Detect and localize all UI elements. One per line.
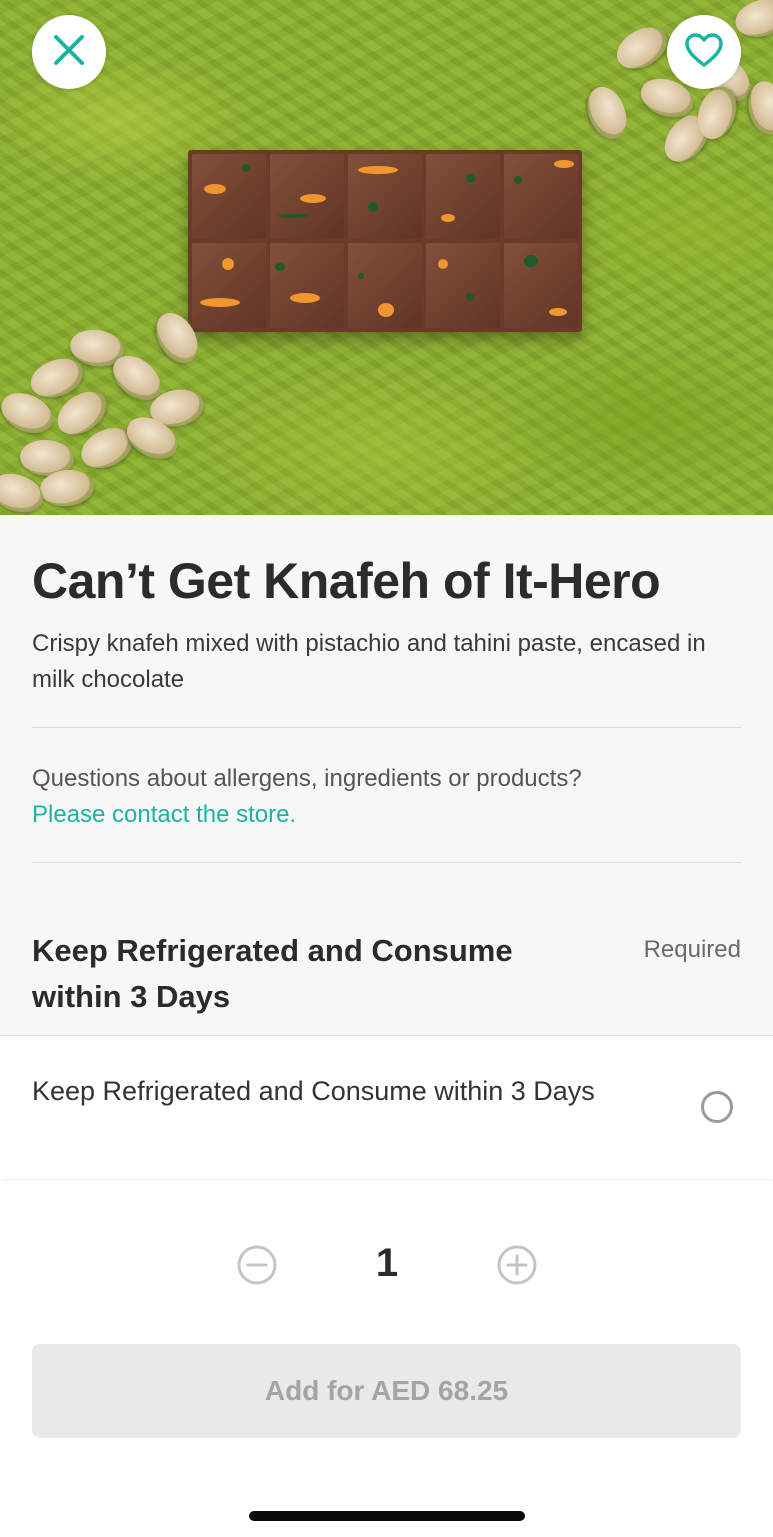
- close-button[interactable]: [32, 15, 106, 89]
- bottom-action-bar: 1 Add for AED 68.25: [0, 1181, 773, 1537]
- increment-button[interactable]: [497, 1245, 537, 1285]
- product-description: Crispy knafeh mixed with pistachio and t…: [32, 630, 706, 693]
- close-icon: [52, 33, 86, 72]
- heart-icon: [684, 32, 724, 73]
- product-image: [0, 0, 773, 515]
- favorite-button[interactable]: [667, 15, 741, 89]
- contact-store-link[interactable]: Please contact the store.: [32, 797, 582, 833]
- option-row[interactable]: Keep Refrigerated and Consume within 3 D…: [0, 1035, 773, 1182]
- plus-circle-icon: [497, 1245, 537, 1289]
- help-section: Questions about allergens, ingredients o…: [32, 761, 582, 833]
- add-to-cart-button[interactable]: Add for AED 68.25: [32, 1344, 741, 1438]
- decrement-button[interactable]: [237, 1245, 277, 1285]
- add-to-cart-label: Add for AED 68.25: [264, 1375, 509, 1406]
- option-group-title: Keep Refrigerated and Consume within 3 D…: [32, 933, 513, 1014]
- divider: [32, 727, 741, 728]
- help-question: Questions about allergens, ingredients o…: [32, 765, 582, 792]
- home-indicator[interactable]: [249, 1511, 525, 1521]
- divider: [32, 862, 741, 863]
- chocolate-bar-illustration: [188, 150, 582, 332]
- option-label: Keep Refrigerated and Consume within 3 D…: [32, 1076, 595, 1106]
- option-radio[interactable]: [701, 1091, 733, 1123]
- product-title: Can’t Get Knafeh of It-Hero: [32, 553, 661, 609]
- required-label: Required: [643, 936, 741, 963]
- minus-circle-icon: [237, 1245, 277, 1289]
- quantity-value: 1: [375, 1241, 399, 1285]
